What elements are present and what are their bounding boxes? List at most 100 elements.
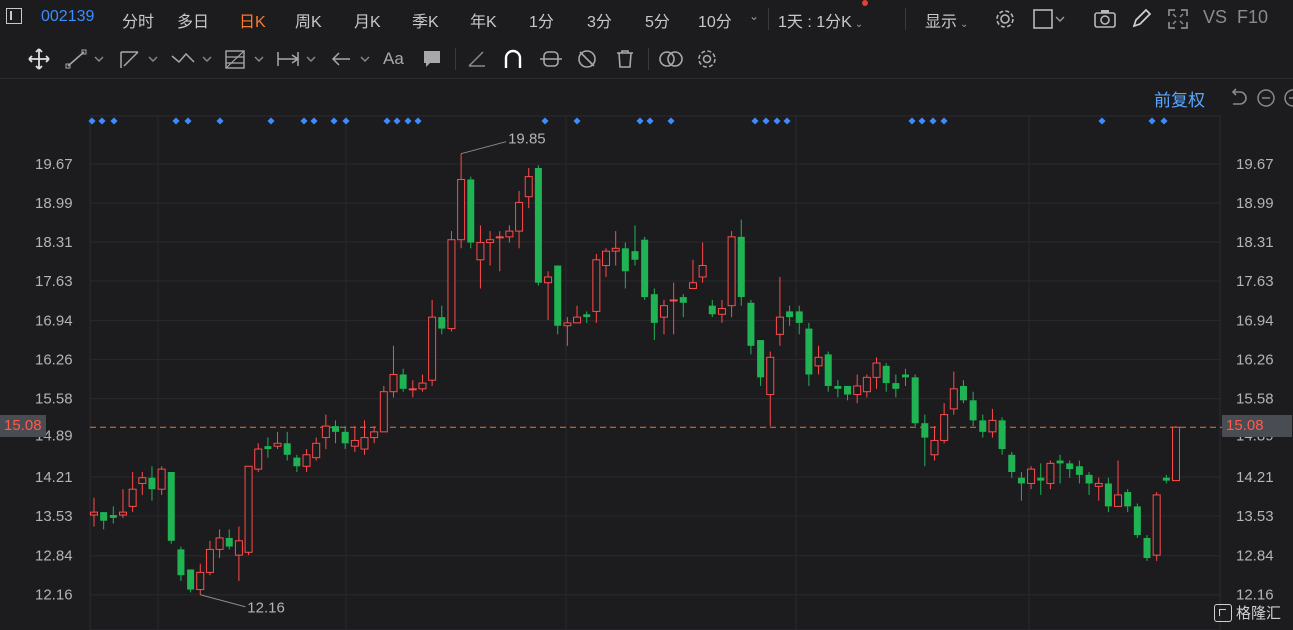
brand-name-text: 格隆汇 bbox=[1236, 605, 1282, 622]
y-axis-label-left: 15.58 bbox=[35, 391, 73, 408]
candle-body-up bbox=[273, 442, 282, 447]
candle-body-down bbox=[583, 314, 591, 318]
zoom-out-icon[interactable] bbox=[1256, 88, 1276, 108]
hide-drawings-icon[interactable] bbox=[576, 48, 598, 70]
candle-body-up bbox=[988, 419, 997, 433]
move-crosshair-icon[interactable] bbox=[27, 48, 51, 70]
period-tab-day[interactable]: 日K bbox=[239, 8, 266, 32]
candle-body-up bbox=[244, 465, 253, 553]
period-tab-1min[interactable]: 1分 bbox=[529, 8, 554, 32]
candle-body-down bbox=[1017, 477, 1025, 484]
toolbar-divider bbox=[768, 8, 769, 30]
y-axis-label-left: 16.94 bbox=[35, 313, 73, 330]
candle-body-down bbox=[844, 385, 852, 395]
fibonacci-tool-icon[interactable] bbox=[224, 48, 266, 70]
event-marker bbox=[110, 117, 118, 125]
display-menu[interactable]: 显示 ⌄ bbox=[925, 8, 968, 32]
stock-code[interactable]: 002139 bbox=[41, 8, 94, 26]
event-marker bbox=[940, 117, 948, 125]
y-axis-label-left: 12.16 bbox=[35, 587, 73, 604]
drawing-settings-gear-icon[interactable] bbox=[696, 48, 718, 70]
zoom-in-icon[interactable] bbox=[1283, 88, 1293, 108]
candle-body-down bbox=[737, 236, 745, 298]
high-annotation-line bbox=[460, 141, 507, 155]
event-marker bbox=[918, 117, 926, 125]
candle-body-down bbox=[332, 426, 340, 432]
event-marker bbox=[667, 117, 675, 125]
pencil-icon[interactable] bbox=[1130, 8, 1152, 30]
wave-tool-icon[interactable] bbox=[170, 48, 214, 70]
more-periods-chevron-icon[interactable]: ⌄ bbox=[749, 9, 759, 23]
candle-body-down bbox=[621, 248, 629, 272]
candle-body-up bbox=[157, 468, 166, 490]
settings-gear-icon[interactable] bbox=[994, 8, 1016, 30]
candle-body-up bbox=[215, 537, 224, 550]
event-marker bbox=[300, 117, 308, 125]
candle-body-up bbox=[949, 388, 958, 410]
chevron-down-icon: ⌄ bbox=[854, 19, 864, 30]
y-axis-label-right: 15.58 bbox=[1236, 391, 1274, 408]
event-marker bbox=[383, 117, 391, 125]
candle-body-up bbox=[872, 362, 881, 378]
measure-tool-icon[interactable] bbox=[276, 48, 318, 70]
event-marker bbox=[751, 117, 759, 125]
candle-body-down bbox=[399, 374, 407, 389]
period-tab-10min[interactable]: 10分 bbox=[698, 8, 732, 32]
angle-tool-icon[interactable] bbox=[466, 48, 488, 70]
candle-body-down bbox=[1075, 466, 1083, 475]
toolbar-divider bbox=[905, 8, 906, 30]
camera-icon[interactable] bbox=[1093, 8, 1117, 30]
sidebar-toggle-icon[interactable] bbox=[6, 8, 22, 24]
period-tab-month[interactable]: 月K bbox=[354, 8, 381, 32]
period-tab-year[interactable]: 年K bbox=[470, 8, 497, 32]
candle-body-up bbox=[389, 373, 398, 393]
layout-select-icon[interactable] bbox=[1032, 8, 1066, 30]
fullscreen-icon[interactable] bbox=[1167, 8, 1189, 30]
candle-body-up bbox=[254, 448, 263, 470]
top-toolbar: 002139 分时 多日 日K 周K 月K 季K 年K 1分 3分 5分 10分… bbox=[0, 0, 1293, 38]
candle-body-up bbox=[524, 176, 533, 198]
vs-button[interactable]: VS bbox=[1203, 7, 1227, 28]
candle-body-down bbox=[1124, 492, 1132, 507]
candle-body-down bbox=[795, 311, 803, 323]
comment-tool-icon[interactable] bbox=[421, 48, 443, 70]
magnet-icon[interactable] bbox=[502, 48, 524, 70]
y-axis-label-left: 14.21 bbox=[35, 469, 73, 486]
period-tab-5min[interactable]: 5分 bbox=[645, 8, 670, 32]
candle-body-down bbox=[757, 340, 765, 378]
candle-body-down bbox=[969, 400, 977, 421]
f10-button[interactable]: F10 bbox=[1237, 7, 1268, 28]
candle-body-down bbox=[708, 305, 716, 315]
event-marker bbox=[216, 117, 224, 125]
period-tab-timeshare[interactable]: 分时 bbox=[122, 8, 154, 32]
arrow-tool-icon[interactable] bbox=[330, 48, 372, 70]
candle-body-up bbox=[727, 236, 736, 307]
candle-body-up bbox=[814, 356, 823, 367]
candle-body-down bbox=[641, 239, 649, 298]
kline-chart[interactable]: 19.67 19.67 18.99 18.99 18.31 18.31 17.63 17.63… bbox=[0, 79, 1293, 630]
adjust-mode-button[interactable]: 前复权 bbox=[1154, 86, 1205, 111]
channel-tool-icon[interactable] bbox=[118, 48, 160, 70]
event-marker bbox=[636, 117, 644, 125]
compare-overlay-icon[interactable] bbox=[657, 48, 685, 70]
event-marker bbox=[342, 117, 350, 125]
candle-body-up bbox=[312, 442, 321, 459]
undo-icon[interactable] bbox=[1228, 88, 1248, 108]
period-tab-3min[interactable]: 3分 bbox=[587, 8, 612, 32]
candle-body-down bbox=[1037, 477, 1045, 481]
candle-body-up bbox=[505, 230, 514, 238]
text-tool-icon[interactable]: Aa bbox=[383, 49, 404, 69]
trash-icon[interactable] bbox=[614, 48, 636, 70]
y-axis-label-right: 13.53 bbox=[1236, 508, 1274, 525]
period-tab-multiday[interactable]: 多日 bbox=[177, 8, 209, 32]
low-annotation-line bbox=[200, 594, 246, 608]
candle-body-down bbox=[679, 297, 687, 303]
combo-period-select[interactable]: 1天 : 1分K ⌄ bbox=[778, 8, 863, 32]
lock-drawings-icon[interactable] bbox=[538, 48, 564, 70]
period-tab-week[interactable]: 周K bbox=[295, 8, 322, 32]
current-price-tag-right: 15.08 bbox=[1222, 415, 1292, 437]
y-axis-label-right: 16.94 bbox=[1236, 313, 1274, 330]
candle-body-down bbox=[341, 431, 349, 444]
line-tool-icon[interactable] bbox=[64, 48, 106, 70]
period-tab-quarter[interactable]: 季K bbox=[412, 8, 439, 32]
